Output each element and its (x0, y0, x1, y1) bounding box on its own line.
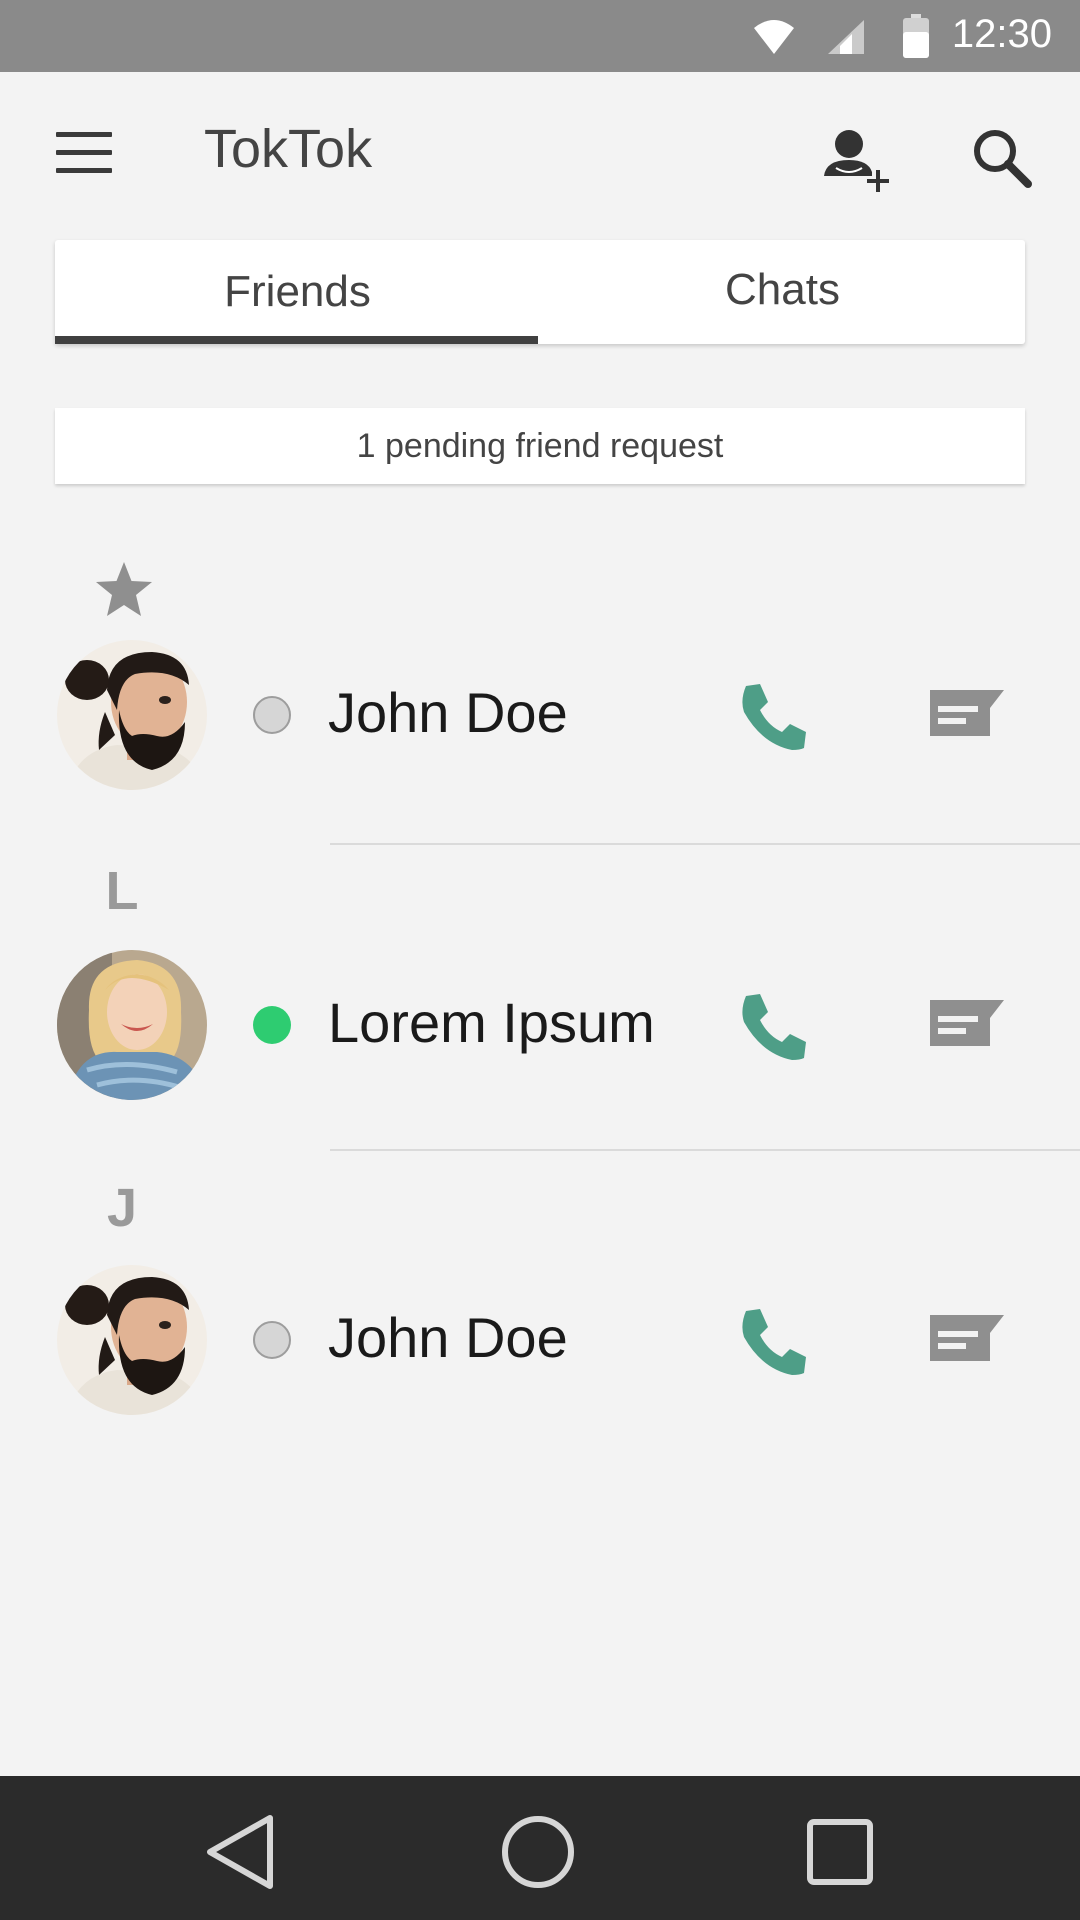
divider (330, 1149, 1080, 1151)
home-icon[interactable] (498, 1812, 578, 1892)
app-title: TokTok (204, 119, 373, 179)
tab-bar: Friends Chats (55, 240, 1025, 344)
tab-chats[interactable]: Chats (540, 240, 1025, 344)
list-item[interactable]: Lorem Ipsum (0, 950, 1080, 1120)
phone-icon[interactable] (738, 992, 808, 1062)
message-icon[interactable] (930, 1315, 1004, 1365)
message-icon[interactable] (930, 1000, 1004, 1050)
tab-indicator (55, 336, 538, 344)
friend-name[interactable]: John Doe (328, 1305, 568, 1370)
avatar[interactable] (57, 1265, 207, 1415)
menu-line (56, 150, 112, 155)
wifi-icon (754, 20, 794, 54)
pending-request-banner[interactable]: 1 pending friend request (55, 408, 1025, 484)
cell-signal-icon (828, 20, 864, 54)
section-header-l: L (105, 861, 139, 921)
phone-icon[interactable] (738, 682, 808, 752)
list-item[interactable]: John Doe (0, 1265, 1080, 1435)
section-header-j: J (106, 1178, 138, 1238)
status-bar: 12:30 (0, 0, 1080, 72)
friend-name[interactable]: John Doe (328, 680, 568, 745)
avatar[interactable] (57, 640, 207, 790)
back-icon[interactable] (200, 1812, 280, 1892)
navigation-bar (0, 1776, 1080, 1920)
app-bar: TokTok (0, 72, 1080, 232)
divider (330, 843, 1080, 845)
star-icon (96, 562, 152, 616)
menu-line (56, 168, 112, 173)
phone-icon[interactable] (738, 1307, 808, 1377)
list-item[interactable]: John Doe (0, 640, 1080, 810)
add-person-icon[interactable] (822, 124, 892, 194)
message-icon[interactable] (930, 690, 1004, 740)
friend-name[interactable]: Lorem Ipsum (328, 990, 655, 1055)
menu-line (56, 132, 112, 137)
status-time: 12:30 (951, 12, 1052, 56)
status-indicator-offline (253, 696, 291, 734)
recents-icon[interactable] (800, 1812, 880, 1892)
status-indicator-online (253, 1006, 291, 1044)
battery-icon (903, 14, 929, 58)
avatar[interactable] (57, 950, 207, 1100)
tab-friends[interactable]: Friends (55, 240, 540, 344)
hamburger-menu-icon[interactable] (56, 132, 112, 176)
status-indicator-offline (253, 1321, 291, 1359)
search-icon[interactable] (970, 126, 1034, 190)
